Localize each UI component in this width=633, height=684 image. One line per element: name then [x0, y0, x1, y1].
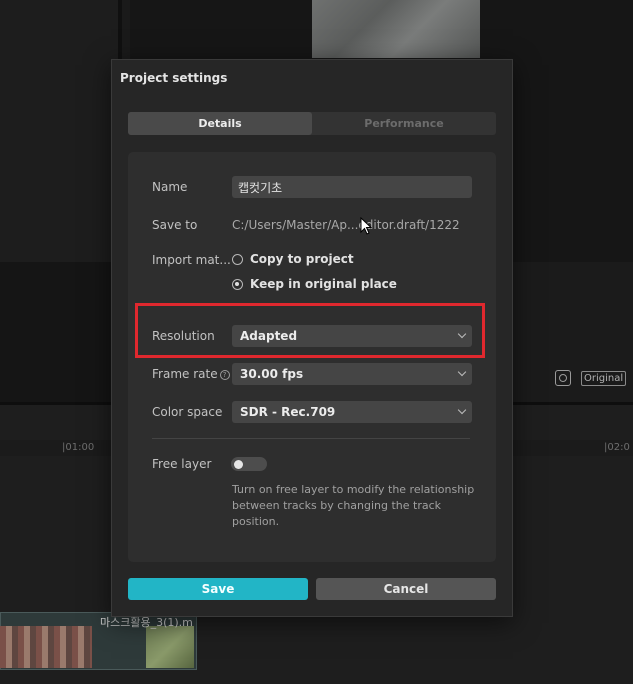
help-icon[interactable]: ?	[219, 370, 230, 380]
frame-rate-label: Frame rate?	[152, 367, 230, 381]
cancel-button[interactable]: Cancel	[316, 578, 496, 600]
free-layer-toggle[interactable]	[231, 457, 267, 471]
chevron-down-icon	[457, 405, 467, 415]
frame-rate-value: 30.00 fps	[240, 367, 304, 381]
option-copy-to-project[interactable]: Copy to project	[250, 252, 354, 266]
project-settings-dialog: Project settings Details Performance Nam…	[111, 59, 513, 617]
ratio-original-badge[interactable]: Original	[581, 370, 627, 386]
name-label: Name	[152, 180, 188, 194]
option-keep-original[interactable]: Keep in original place	[250, 277, 397, 291]
chevron-down-icon	[457, 367, 467, 377]
color-space-label: Color space	[152, 405, 223, 419]
timeline-tick: |02:0	[604, 442, 630, 453]
clip-thumbnail	[146, 626, 194, 668]
details-card: Name Save to C:/Users/Master/Ap...editor…	[128, 152, 496, 562]
resolution-value: Adapted	[240, 329, 298, 343]
frame-rate-select[interactable]: 30.00 fps	[232, 363, 472, 385]
color-space-select[interactable]: SDR - Rec.709	[232, 401, 472, 423]
dialog-title: Project settings	[120, 71, 228, 85]
frame-rate-label-text: Frame rate	[152, 367, 218, 381]
preview-frame	[312, 0, 480, 58]
settings-tabs: Details Performance	[128, 112, 496, 135]
tab-performance[interactable]: Performance	[312, 112, 496, 135]
chevron-down-icon	[457, 329, 467, 339]
player-tools: Original	[555, 370, 627, 386]
resolution-label: Resolution	[152, 329, 215, 343]
divider	[152, 438, 470, 439]
free-layer-label: Free layer	[152, 457, 212, 471]
clip-thumbnail	[0, 626, 92, 668]
resolution-select[interactable]: Adapted	[232, 325, 472, 347]
save-button[interactable]: Save	[128, 578, 308, 600]
editor-left-panel	[0, 0, 118, 262]
toggle-knob	[234, 460, 243, 469]
radio-copy-to-project[interactable]	[232, 254, 243, 265]
name-input[interactable]	[232, 176, 472, 198]
import-label: Import mat...	[152, 253, 231, 267]
color-space-value: SDR - Rec.709	[240, 405, 336, 419]
fullscreen-focus-icon[interactable]	[555, 370, 571, 386]
free-layer-description: Turn on free layer to modify the relatio…	[232, 483, 475, 528]
timeline-tick: |01:00	[62, 442, 95, 453]
tab-details[interactable]: Details	[128, 112, 312, 135]
radio-keep-original[interactable]	[232, 279, 243, 290]
save-to-label: Save to	[152, 218, 198, 232]
save-path: C:/Users/Master/Ap...editor.draft/1222	[232, 218, 460, 232]
